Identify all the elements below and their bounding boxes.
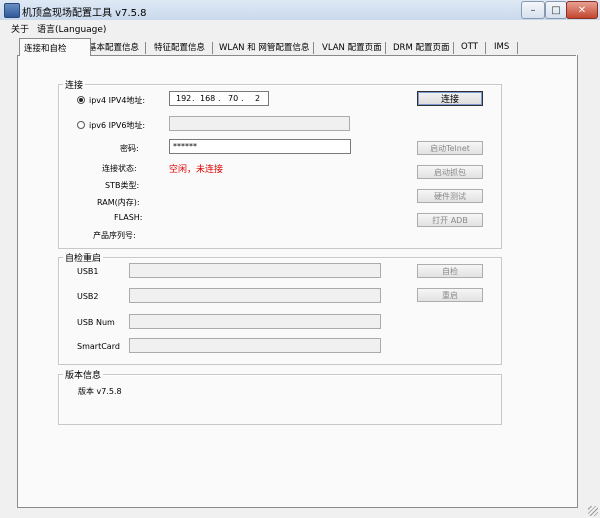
tab-wlan-netmgmt[interactable]: WLAN 和 网管配置信息 — [215, 40, 313, 54]
ipv6-address-field[interactable] — [169, 116, 350, 131]
tab-divider — [313, 42, 314, 54]
usb1-field[interactable] — [129, 263, 381, 278]
tab-divider — [453, 42, 454, 54]
tab-connection-selftest[interactable]: 连接和自检 — [19, 38, 91, 56]
ip-dot: . — [218, 94, 221, 103]
app-icon — [4, 3, 20, 18]
connection-status-label: 连接状态: — [102, 164, 137, 173]
connect-button[interactable]: 连接 — [417, 91, 483, 106]
version-legend: 版本信息 — [63, 368, 104, 381]
self-check-button[interactable]: 自检 — [417, 264, 483, 278]
ipv6-label: ipv6 IPV6地址: — [89, 121, 146, 130]
smartcard-field[interactable] — [129, 338, 381, 353]
ipv4-radio[interactable] — [77, 96, 85, 104]
ipv4-label: ipv4 IPV4地址: — [89, 96, 146, 105]
start-capture-button[interactable]: 启动抓包 — [417, 165, 483, 179]
serial-number-label: 产品序列号: — [93, 231, 136, 240]
flash-label: FLASH: — [114, 213, 143, 222]
window-title: 机顶盒现场配置工具 v7.5.8 — [22, 8, 147, 19]
tab-divider — [517, 42, 518, 54]
stb-type-label: STB类型: — [105, 181, 140, 190]
tab-feature-config[interactable]: 特征配置信息 — [150, 40, 209, 54]
usb-num-label: USB Num — [77, 318, 115, 327]
usb1-label: USB1 — [77, 267, 99, 276]
menu-about[interactable]: 关于 — [11, 22, 29, 35]
tab-divider — [145, 42, 146, 54]
hardware-test-button[interactable]: 硬件测试 — [417, 189, 483, 203]
ipv4-octet-1: 192 — [176, 94, 192, 103]
connection-status-value: 空闲，未连接 — [169, 165, 224, 175]
start-telnet-button[interactable]: 启动Telnet — [417, 141, 483, 155]
ipv6-radio[interactable] — [77, 121, 85, 129]
menu-language[interactable]: 语言(Language) — [37, 22, 106, 35]
password-label: 密码: — [120, 144, 139, 153]
close-icon[interactable]: ✕ — [566, 1, 598, 19]
ipv4-octet-2: 168 — [200, 94, 216, 103]
maximize-icon[interactable]: □ — [545, 1, 567, 19]
tab-divider — [212, 42, 213, 54]
ipv4-octet-4: 2 — [255, 94, 261, 103]
open-adb-button[interactable]: 打开 ADB — [417, 213, 483, 227]
tab-basic-config[interactable]: 基本配置信息 — [84, 40, 143, 54]
version-text: 版本 v7.5.8 — [78, 387, 122, 396]
tab-strip-border — [17, 55, 576, 56]
reboot-button[interactable]: 重启 — [417, 288, 483, 302]
version-group — [58, 374, 502, 425]
tab-divider — [385, 42, 386, 54]
ip-dot: . — [241, 94, 244, 103]
ram-label: RAM(内存): — [97, 198, 140, 207]
ip-dot: . — [192, 94, 195, 103]
tab-divider — [485, 42, 486, 54]
connection-legend: 连接 — [63, 78, 86, 91]
usb2-field[interactable] — [129, 288, 381, 303]
resize-grip-icon[interactable] — [588, 506, 598, 516]
tab-vlan-config[interactable]: VLAN 配置页面 — [318, 40, 386, 54]
usb2-label: USB2 — [77, 292, 99, 301]
usb-num-field[interactable] — [129, 314, 381, 329]
tab-ott[interactable]: OTT — [457, 40, 482, 54]
tab-ims[interactable]: IMS — [490, 40, 513, 54]
selftest-legend: 自检重启 — [63, 251, 104, 264]
ipv4-octet-3: 70 — [228, 94, 239, 103]
password-field[interactable]: ****** — [169, 139, 351, 154]
tab-drm-config[interactable]: DRM 配置页面 — [389, 40, 454, 54]
minimize-icon[interactable]: – — [521, 1, 545, 19]
smartcard-label: SmartCard — [77, 342, 120, 351]
